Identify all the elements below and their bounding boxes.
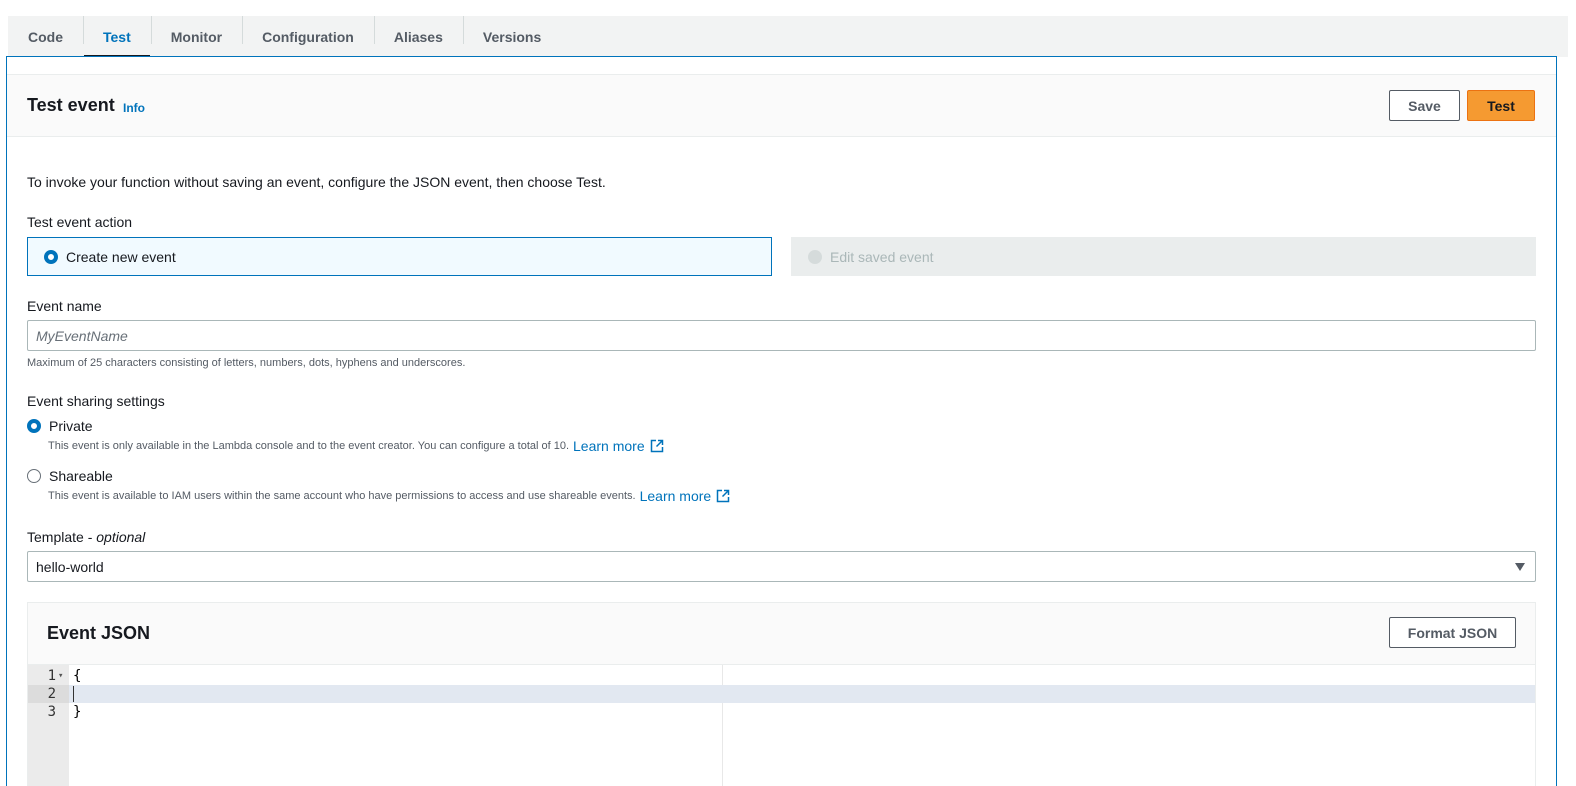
- tab-versions[interactable]: Versions: [462, 16, 561, 57]
- shareable-description-text: This event is available to IAM users wit…: [48, 490, 636, 502]
- radio-selected-icon: [27, 419, 41, 433]
- template-label: Template - optional: [27, 529, 145, 545]
- tab-code[interactable]: Code: [20, 16, 83, 57]
- create-new-event-label: Create new event: [66, 248, 176, 265]
- radio-unselected-icon: [27, 469, 41, 483]
- test-event-action-label: Test event action: [27, 214, 133, 230]
- learn-more-text: Learn more: [639, 488, 712, 504]
- event-json-card: Event JSON Format JSON 1 ▾ { 2 3 }: [27, 602, 1536, 786]
- create-new-event-tile[interactable]: Create new event: [27, 237, 772, 276]
- private-label: Private: [49, 418, 93, 434]
- radio-disabled-icon: [808, 249, 822, 264]
- tab-configuration[interactable]: Configuration: [242, 16, 374, 57]
- line-number: 2: [47, 686, 56, 702]
- private-description: This event is only available in the Lamb…: [48, 438, 664, 454]
- editor-line: 1 ▾ {: [28, 667, 1535, 685]
- test-event-panel: Test event Info Save Test To invoke your…: [6, 56, 1557, 786]
- shareable-description: This event is available to IAM users wit…: [48, 488, 730, 504]
- info-link[interactable]: Info: [123, 101, 145, 115]
- editor-line: 3 }: [28, 703, 1535, 721]
- edit-saved-event-label: Edit saved event: [830, 248, 934, 265]
- event-json-title: Event JSON: [47, 623, 151, 643]
- line-number: 3: [47, 704, 56, 720]
- event-name-hint: Maximum of 25 characters consisting of l…: [27, 357, 466, 369]
- tab-test[interactable]: Test: [83, 16, 151, 57]
- template-selected-value: hello-world: [36, 558, 104, 575]
- template-optional-text: optional: [96, 529, 146, 545]
- event-name-input[interactable]: MyEventName: [27, 320, 1536, 351]
- radio-selected-icon: [44, 249, 58, 264]
- template-select[interactable]: hello-world: [27, 551, 1536, 582]
- external-link-icon: [650, 439, 663, 453]
- private-radio-option[interactable]: Private: [27, 418, 93, 434]
- json-code-editor[interactable]: 1 ▾ { 2 3 }: [28, 664, 1535, 786]
- shareable-radio-option[interactable]: Shareable: [27, 468, 113, 484]
- card-header: Test event Info Save Test: [7, 74, 1556, 137]
- external-link-icon: [716, 489, 730, 503]
- shareable-learn-more-link[interactable]: Learn more: [640, 488, 731, 504]
- description-text: To invoke your function without saving a…: [27, 174, 606, 190]
- save-button[interactable]: Save: [1389, 90, 1460, 121]
- caret-down-icon: [1515, 563, 1525, 571]
- editor-line-current: 2: [28, 685, 1535, 703]
- shareable-label: Shareable: [49, 468, 113, 484]
- format-json-button[interactable]: Format JSON: [1389, 617, 1516, 648]
- line-number: 1: [47, 668, 56, 684]
- private-description-text: This event is only available in the Lamb…: [48, 440, 570, 452]
- page-title: Test event: [27, 95, 115, 115]
- test-button[interactable]: Test: [1467, 90, 1535, 121]
- event-name-placeholder: MyEventName: [36, 327, 128, 344]
- tab-monitor[interactable]: Monitor: [150, 16, 242, 57]
- tab-aliases[interactable]: Aliases: [373, 16, 463, 57]
- template-label-text: Template -: [27, 529, 97, 545]
- fold-toggle-icon[interactable]: ▾: [58, 667, 63, 685]
- function-tabs: Code Test Monitor Configuration Aliases …: [8, 16, 1568, 57]
- edit-saved-event-tile: Edit saved event: [791, 237, 1536, 276]
- learn-more-text: Learn more: [573, 438, 645, 454]
- line-code: {: [73, 668, 82, 684]
- private-learn-more-link[interactable]: Learn more: [573, 438, 664, 454]
- line-code: }: [73, 704, 82, 720]
- text-cursor: [73, 686, 74, 702]
- event-sharing-label: Event sharing settings: [27, 393, 165, 409]
- event-name-label: Event name: [27, 298, 102, 314]
